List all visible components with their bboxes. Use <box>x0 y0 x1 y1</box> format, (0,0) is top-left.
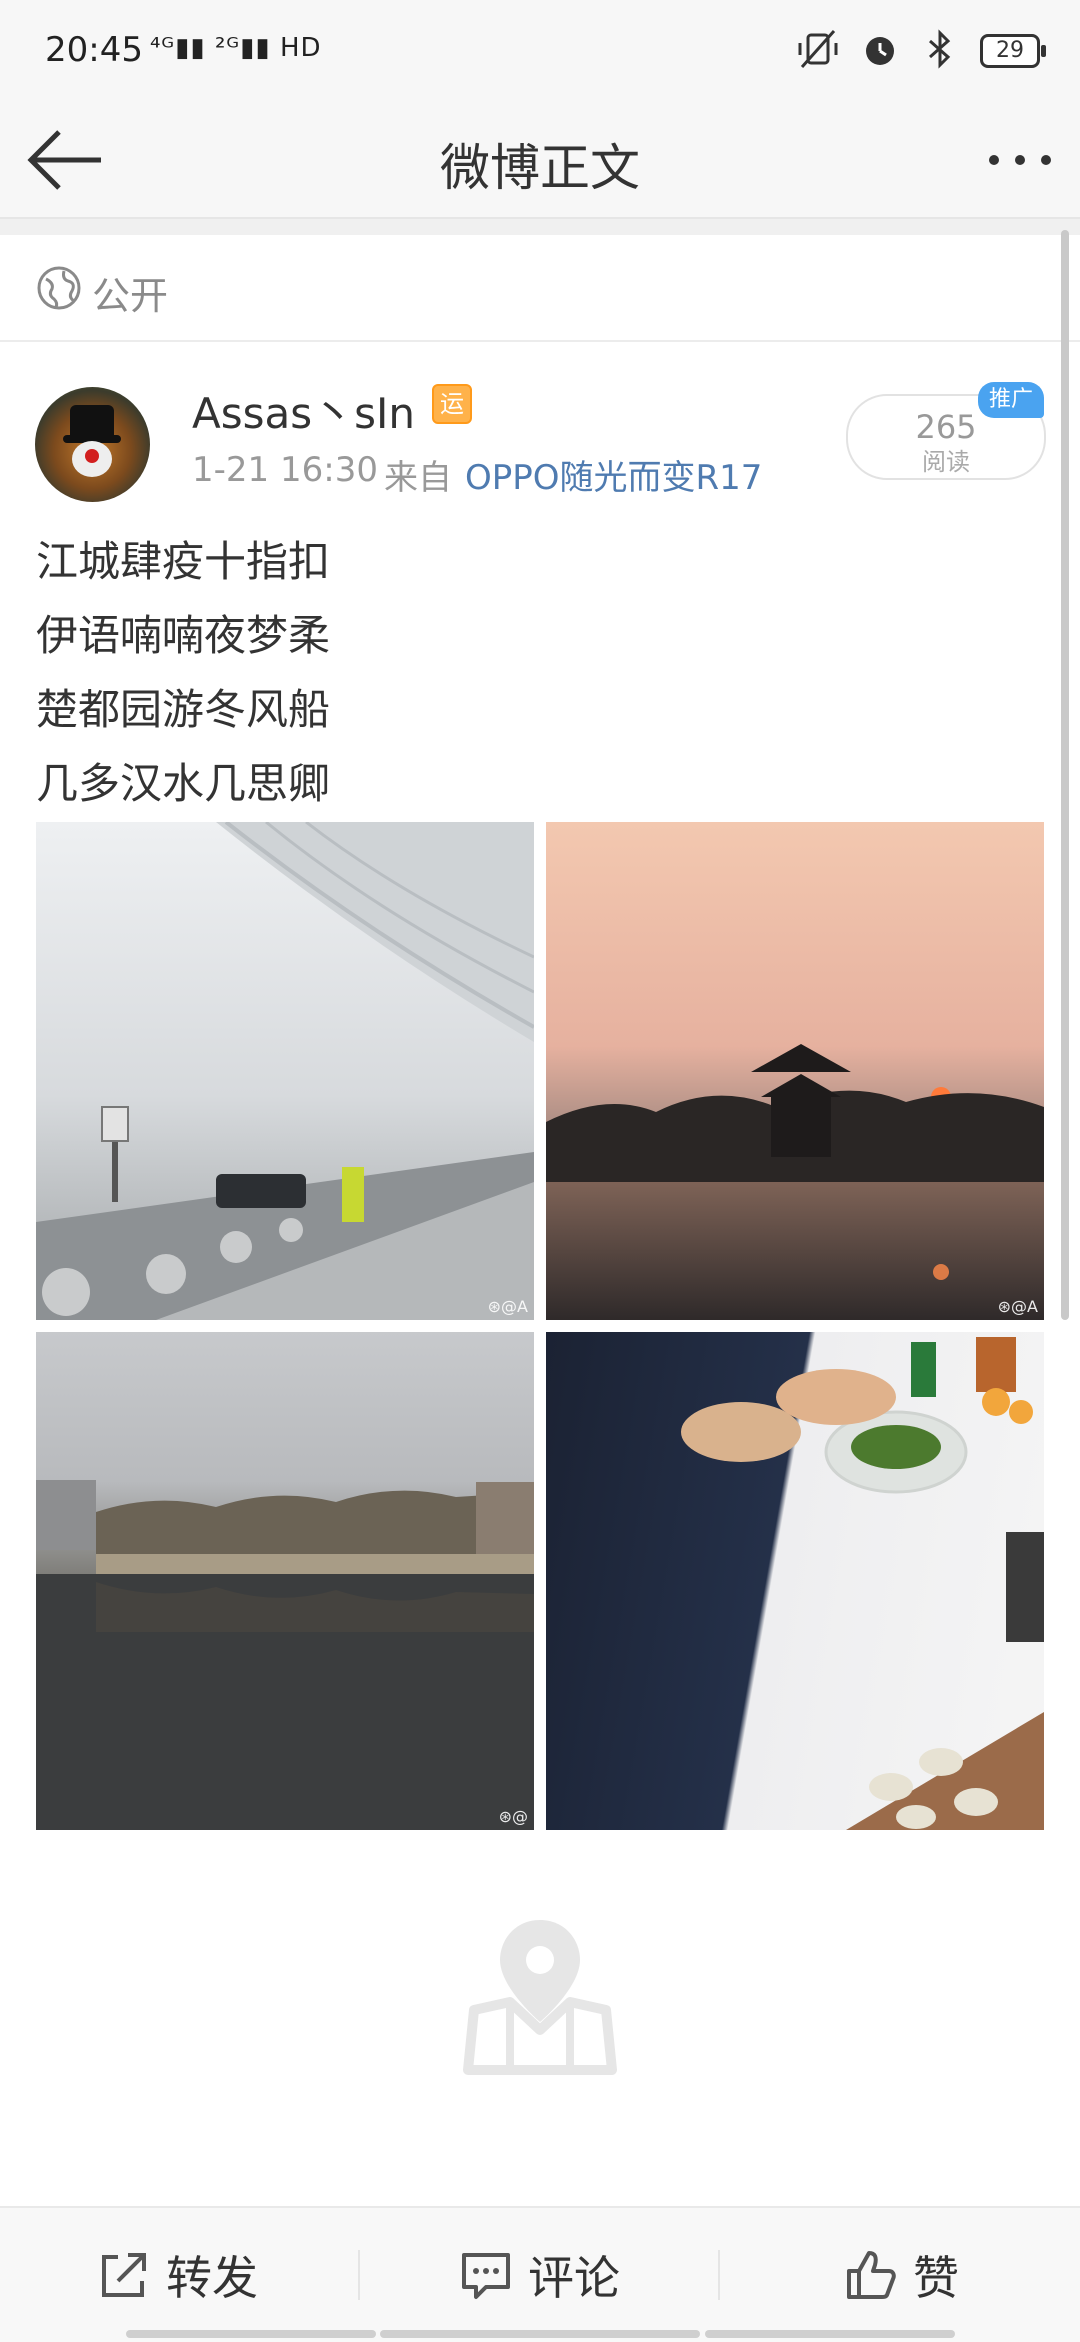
more-button[interactable] <box>980 130 1060 190</box>
post-time: 1-21 16:30 <box>192 450 378 490</box>
network-indicator: ⁴ᴳ▮▮ ²ᴳ▮▮ HD <box>150 33 322 63</box>
repost-button[interactable]: 转发 <box>98 2208 258 2342</box>
post-source-label: 来自 <box>384 458 452 498</box>
nav-indicator <box>380 2330 700 2338</box>
comment-label: 评论 <box>528 2251 620 2305</box>
post-text-line: 几多汉水几思卿 <box>36 759 331 808</box>
like-label: 赞 <box>913 2251 959 2305</box>
promote-tag[interactable]: 推广 <box>978 382 1044 418</box>
avatar[interactable] <box>35 387 150 502</box>
post-text-line: 江城肆疫十指扣 <box>36 537 331 586</box>
section-divider <box>0 219 1080 235</box>
comment-button[interactable]: 评论 <box>460 2208 620 2342</box>
bottom-action-bar: 转发 评论 赞 <box>0 2206 1080 2342</box>
status-time: 20:45 <box>45 30 143 70</box>
globe-icon <box>36 265 82 311</box>
like-button[interactable]: 赞 <box>845 2208 959 2342</box>
repost-label: 转发 <box>166 2251 258 2305</box>
member-badge[interactable]: 运 <box>432 384 472 424</box>
post-source-device[interactable]: OPPO随光而变R17 <box>465 450 762 499</box>
scrollbar[interactable] <box>1061 230 1069 1320</box>
thumbs-up-icon <box>847 2251 896 2299</box>
nav-indicator <box>705 2330 955 2338</box>
action-divider <box>718 2250 720 2300</box>
action-divider <box>358 2250 360 2300</box>
post-text: 江城肆疫十指扣 伊语喃喃夜梦柔 楚都园游冬风船 几多汉水几思卿 <box>36 530 330 826</box>
repost-icon <box>102 2253 146 2297</box>
post-photo-1[interactable]: ⊛@A <box>36 822 534 1320</box>
status-bar: 20:45 ⁴ᴳ▮▮ ²ᴳ▮▮ HD 29 <box>0 0 1080 100</box>
post-photo-2[interactable]: ⊛@A <box>546 822 1044 1320</box>
page-title: 微博正文 <box>440 139 640 197</box>
alarm-icon <box>860 29 900 73</box>
more-dots-icon <box>989 155 1051 165</box>
post-photo-4[interactable] <box>546 1332 1044 1830</box>
photo-watermark: ⊛@A <box>997 1297 1038 1316</box>
bluetooth-icon <box>920 29 960 73</box>
post-text-line: 楚都园游冬风船 <box>36 685 331 734</box>
map-location-icon <box>460 1910 620 2080</box>
photo-watermark: ⊛@A <box>487 1297 528 1316</box>
status-icons: 29 <box>796 24 1046 78</box>
nav-indicator <box>126 2330 376 2338</box>
read-label: 阅读 <box>922 448 970 476</box>
title-bar: 微博正文 <box>0 100 1080 219</box>
visibility-row: 公开 <box>0 235 1080 342</box>
post-photo-3[interactable]: ⊛@ <box>36 1332 534 1830</box>
username[interactable]: Assas丶sIn <box>192 380 415 441</box>
vibrate-icon <box>796 27 840 75</box>
photo-watermark: ⊛@ <box>498 1807 528 1826</box>
comment-icon <box>462 2253 510 2299</box>
post-text-line: 伊语喃喃夜梦柔 <box>36 611 331 660</box>
visibility-label: 公开 <box>92 274 169 318</box>
battery-icon: 29 <box>980 34 1046 68</box>
